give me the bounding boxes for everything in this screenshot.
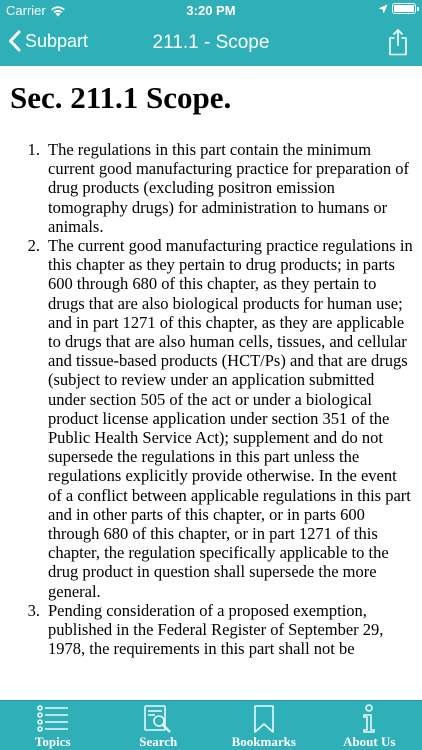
list-item: 3. Pending consideration of a proposed e… — [0, 601, 414, 659]
status-bar: Carrier 3:20 PM — [0, 0, 422, 20]
list-icon — [36, 705, 68, 732]
bookmark-icon — [253, 705, 274, 733]
status-time: 3:20 PM — [186, 3, 236, 18]
search-icon — [144, 705, 172, 733]
tab-topics[interactable]: Topics — [0, 701, 106, 750]
info-icon — [363, 704, 376, 733]
tab-bookmarks[interactable]: Bookmarks — [211, 701, 317, 750]
location-arrow-icon — [378, 4, 388, 13]
item-text: The current good manufacturing practice … — [48, 236, 413, 601]
document-content[interactable]: Sec. 211.1 Scope. 1. The regulations in … — [0, 66, 422, 702]
item-text: The regulations in this part contain the… — [48, 140, 410, 236]
share-button[interactable] — [388, 28, 408, 61]
tab-label: Bookmarks — [231, 734, 296, 749]
regulation-list: 1. The regulations in this part contain … — [0, 118, 422, 658]
item-number: 2. — [27, 236, 40, 256]
item-number: 1. — [27, 140, 40, 159]
item-text: Pending consideration of a proposed exem… — [48, 600, 384, 659]
tab-bar: Topics Search Bookmarks About Us — [0, 700, 422, 750]
section-heading: Sec. 211.1 Scope. — [10, 80, 232, 115]
tab-search[interactable]: Search — [106, 701, 212, 750]
list-item: 2. The current good manufacturing practi… — [0, 236, 414, 601]
battery-full-icon — [392, 3, 419, 14]
status-right — [378, 3, 419, 14]
list-item: 1. The regulations in this part contain … — [0, 140, 414, 236]
item-number: 3. — [27, 600, 40, 620]
tab-about-us[interactable]: About Us — [317, 701, 422, 750]
tab-label: About Us — [343, 734, 396, 749]
tab-label: Search — [139, 734, 178, 749]
share-icon — [389, 28, 407, 56]
navigation-bar: Subpart 211.1 - Scope — [0, 20, 422, 66]
tab-label: Topics — [34, 734, 71, 749]
page-title: 211.1 - Scope — [152, 32, 270, 53]
